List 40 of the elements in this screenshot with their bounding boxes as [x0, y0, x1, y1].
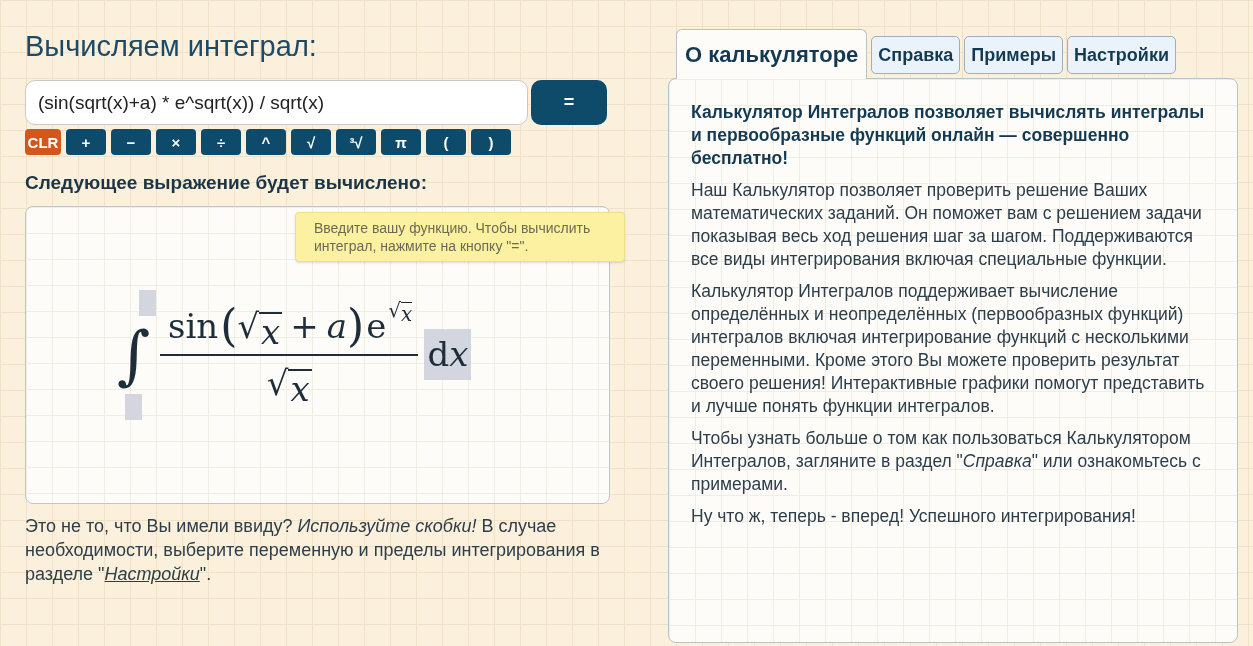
- calculator-title: Вычисляем интеграл:: [25, 29, 318, 64]
- keypad-key[interactable]: ×: [156, 129, 196, 155]
- clear-button[interactable]: CLR: [25, 129, 61, 155]
- keypad-key[interactable]: +: [66, 129, 106, 155]
- info-paragraph: Ну что ж, теперь - вперед! Успешного интегрирования!: [691, 505, 1137, 528]
- numerator-term: +: [290, 304, 319, 348]
- tooltip: Введите вашу функцию. Чтобы вычислить интеграл, нажмите на кнопку "=".: [295, 212, 625, 262]
- denominator-term: √x: [266, 361, 312, 409]
- numerator-term: √x: [237, 304, 283, 352]
- tab[interactable]: Примеры: [964, 36, 1063, 74]
- keypad-key[interactable]: (: [426, 129, 466, 155]
- differential: dx: [424, 329, 472, 380]
- hint-paragraph: Это не то, что Вы имели ввиду? Используйте скобки! В случае необходимости, выберите переменную и пределы интегрирования в разделе "Настройки".: [25, 514, 601, 586]
- equals-button[interactable]: =: [531, 80, 607, 125]
- info-paragraph: Калькулятор Интегралов поддерживает вычисление определённых и неопределённых (первообразных функций) интегралов включая интегрирование функций с несколькими переменными. Кроме этого Вы можете проверить результат своего решения! Интерактивные графики помогут представить и лучше понять функции интегралов.: [691, 280, 1206, 418]
- settings-link[interactable]: Настройки: [104, 563, 200, 584]
- tab[interactable]: О калькуляторе: [676, 29, 868, 79]
- integral-sign: ∫: [116, 319, 151, 390]
- keypad-key[interactable]: ÷: [201, 129, 241, 155]
- upper-limit-slot[interactable]: [139, 289, 156, 316]
- keypad-key[interactable]: −: [111, 129, 151, 155]
- keypad-key[interactable]: π: [381, 129, 421, 155]
- numerator-term: √x: [388, 296, 413, 325]
- keypad-key[interactable]: ): [471, 129, 511, 155]
- info-paragraph: Чтобы узнать больше о том как пользоваться Калькулятором Интегралов, загляните в раздел "Справка" или ознакомьтесь с примерами.: [691, 427, 1202, 496]
- numerator-term: a: [326, 304, 348, 348]
- keypad-key[interactable]: ³√: [336, 129, 376, 155]
- tab[interactable]: Справка: [871, 36, 961, 74]
- numerator-term: ): [347, 304, 365, 348]
- lower-limit-slot[interactable]: [125, 393, 142, 420]
- numerator-term: e: [366, 304, 387, 348]
- keypad-key[interactable]: ^: [246, 129, 286, 155]
- numerator-term: (: [220, 304, 238, 348]
- info-paragraph: Калькулятор Интегралов позволяет вычислять интегралы и первообразные функций онлайн — совершенно бесплатно!: [691, 101, 1206, 170]
- function-input[interactable]: (sin(sqrt(x)+a) * e^sqrt(x)) / sqrt(x): [25, 80, 528, 125]
- tab[interactable]: Настройки: [1067, 36, 1176, 74]
- numerator-term: sin: [168, 304, 219, 348]
- keypad-key[interactable]: √: [291, 129, 331, 155]
- info-paragraph: Наш Калькулятор позволяет проверить решение Ваших математических заданий. Он поможет вам с решением задачи показывая весь ход решения шаг за шагом. Поддерживаются все виды интегрирования включая специальные функции.: [691, 179, 1203, 271]
- preview-heading: Следующее выражение будет вычислено:: [25, 171, 429, 195]
